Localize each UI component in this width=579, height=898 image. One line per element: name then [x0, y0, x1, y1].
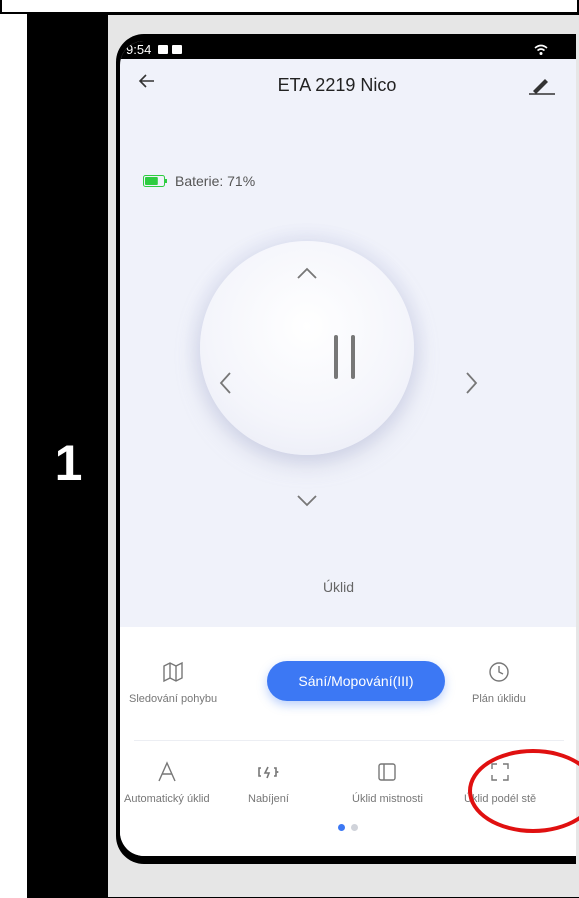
clock-icon [489, 662, 509, 682]
status-icons [158, 45, 182, 54]
step-column: 1 [29, 15, 108, 897]
left-arrow-icon[interactable] [205, 363, 245, 403]
page-dot[interactable] [351, 824, 358, 831]
edit-icon[interactable] [527, 71, 557, 95]
feature-movement-tracking[interactable]: Sledování pohybu [129, 661, 217, 705]
folder-icon [172, 45, 182, 54]
status-bar: 9:54 [120, 41, 576, 59]
battery-icon [143, 175, 167, 187]
right-arrow-icon[interactable] [452, 363, 492, 403]
feature-cleaning-schedule[interactable]: Plán úklidu [472, 661, 526, 705]
room-icon [378, 763, 397, 781]
suction-mop-button[interactable]: Sání/Mopování(III) [267, 661, 445, 701]
feature-auto-clean[interactable]: Automatický úklid [124, 761, 210, 805]
feature-charging[interactable]: Nabíjení [248, 761, 289, 805]
app-header: ETA 2219 Nico [120, 59, 576, 111]
feature-label: Sledování pohybu [129, 693, 218, 705]
map-icon [163, 661, 183, 683]
gallery-icon [158, 45, 168, 54]
battery-label: Baterie: 71% [175, 173, 256, 189]
mode-label: Úklid [322, 579, 355, 595]
divider [134, 740, 564, 741]
letter-a-icon [158, 761, 176, 782]
battery-status: Baterie: 71% [143, 173, 255, 189]
up-arrow-icon[interactable] [287, 253, 327, 293]
phone-screen: 9:54 ETA 2219 Nico Baterie: 71% Úklid Sl… [120, 41, 576, 856]
page-dot-active[interactable] [338, 824, 345, 831]
status-time: 9:54 [126, 42, 152, 57]
charging-icon [258, 766, 279, 779]
feature-label: Nabíjení [248, 793, 289, 805]
page: 1 9:54 ETA 2219 Nico Baterie: 71% Úklid … [0, 0, 579, 898]
feature-label: Automatický úklid [124, 793, 210, 805]
feature-label: Plán úklidu [472, 693, 526, 705]
phone-frame: 9:54 ETA 2219 Nico Baterie: 71% Úklid Sl… [116, 34, 576, 864]
down-arrow-icon[interactable] [287, 481, 327, 521]
feature-label: Úklid mistnosti [352, 793, 423, 805]
device-title: ETA 2219 Nico [277, 75, 397, 95]
feature-room-clean[interactable]: Úklid mistnosti [352, 761, 423, 805]
step-number: 1 [54, 435, 83, 491]
top-border [0, 0, 579, 14]
pause-icon[interactable] [334, 335, 355, 379]
page-indicator [338, 824, 358, 831]
